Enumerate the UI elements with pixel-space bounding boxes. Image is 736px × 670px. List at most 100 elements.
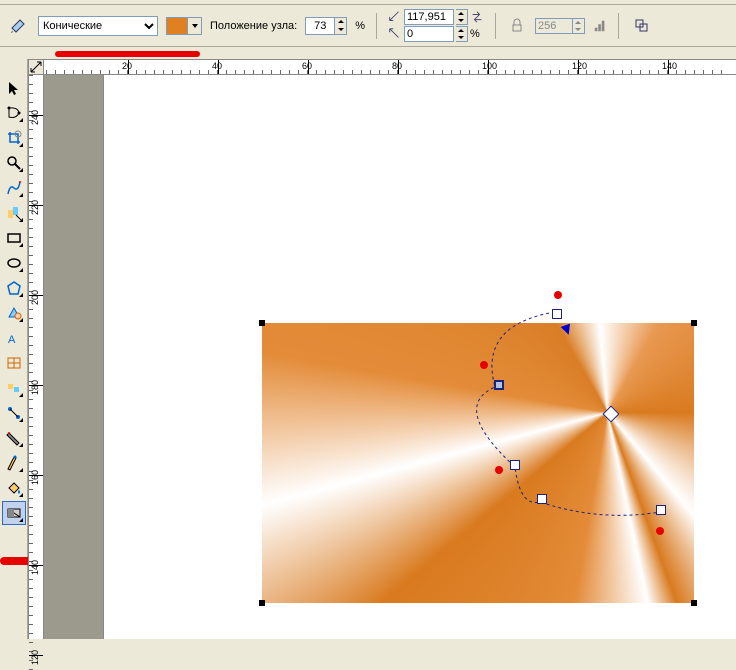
center-x-input[interactable] [404,9,454,25]
flyout-indicator-icon [19,168,23,172]
toolbox: A [0,59,28,639]
fill-color-swatch [166,17,188,35]
flyout-indicator-icon [19,418,23,422]
ruler-label: 160 [30,470,40,485]
edit-fill-button[interactable] [6,14,30,38]
connector-tool[interactable] [2,401,26,425]
ruler-vertical: 240220200180160140120 [28,75,44,639]
node-position-input[interactable] [305,17,335,35]
gradient-node-selected[interactable] [494,380,504,390]
ellipse-tool[interactable] [2,251,26,275]
ruler-label: 220 [30,200,40,215]
gradient-node[interactable] [510,460,520,470]
ruler-label: 240 [30,110,40,125]
selection-handle[interactable] [691,320,697,326]
separator [618,13,619,39]
flyout-indicator-icon [19,243,23,247]
flyout-indicator-icon [19,143,23,147]
dimension-tool[interactable] [2,376,26,400]
gradient-node[interactable] [537,494,547,504]
gradient-handle-dot[interactable] [554,291,562,299]
ruler-label: 140 [30,560,40,575]
steps-icon[interactable] [593,19,607,33]
zoom-tool[interactable] [2,151,26,175]
node-position-spinner[interactable] [335,17,347,35]
flyout-indicator-icon [19,468,23,472]
pick-tool[interactable] [2,76,26,100]
selection-handle[interactable] [691,600,697,606]
property-bar: Конические Положение узла: % [0,5,736,47]
flyout-indicator-icon [19,193,23,197]
gradient-handle-dot[interactable] [656,527,664,535]
smart-fill-tool[interactable] [2,201,26,225]
ruler-label: 120 [572,61,587,71]
selection-handle[interactable] [259,320,265,326]
y-icon [388,27,402,41]
x-spinner[interactable] [456,9,468,25]
flyout-indicator-icon [19,318,23,322]
gradient-type-select[interactable]: Конические [38,16,158,36]
copy-fill-button[interactable] [630,14,654,38]
fill-tool[interactable] [2,476,26,500]
table-icon [6,355,22,371]
swap-xy-icon[interactable] [470,10,484,24]
flyout-indicator-icon [19,493,23,497]
flyout-indicator-icon [19,218,23,222]
rectangle-tool[interactable] [2,226,26,250]
flyout-indicator-icon [19,118,23,122]
chevron-down-icon [188,17,202,35]
flyout-indicator-icon [19,518,23,522]
x-icon [388,10,402,24]
svg-text:A: A [8,334,16,346]
copy-fill-icon [634,18,650,34]
ruler-label: 140 [662,61,677,71]
selection-handle[interactable] [259,600,265,606]
ruler-label: 100 [482,61,497,71]
node-position-label: Положение узла: [210,20,297,32]
ruler-label: 20 [122,61,132,71]
gradient-node[interactable] [552,309,562,319]
ruler-horizontal: 20 40 60 80 100 120 140 [28,59,736,75]
spinner-down-icon [335,26,346,34]
flyout-indicator-icon [19,293,23,297]
origin-icon [29,60,43,74]
freehand-tool[interactable] [2,176,26,200]
arrow-icon [6,80,22,96]
ruler-label: 40 [212,61,222,71]
flyout-indicator-icon [19,443,23,447]
crop-tool[interactable] [2,126,26,150]
ruler-origin-corner[interactable] [28,59,44,75]
lock-icon [509,18,525,34]
ruler-label: 80 [392,61,402,71]
spinner-up-icon [335,18,346,26]
flyout-indicator-icon [19,268,23,272]
gradient-handle-dot[interactable] [495,466,503,474]
workspace: A 20406080100120140 24022020018016014012… [0,47,736,639]
center-y-input[interactable] [404,26,454,42]
fill-color-picker[interactable] [166,17,202,35]
center-coords-group: % [388,9,484,42]
eyedropper-tool[interactable] [2,426,26,450]
polygon-tool[interactable] [2,276,26,300]
flyout-indicator-icon [19,393,23,397]
percent-label-2: % [470,28,480,40]
gradient-node[interactable] [656,505,666,515]
text-icon: A [6,330,22,346]
separator [376,13,377,39]
ruler-label: 120 [30,650,40,665]
table-tool[interactable] [2,351,26,375]
percent-label: % [355,20,365,32]
gradient-handle-dot[interactable] [480,361,488,369]
outline-tool[interactable] [2,451,26,475]
gradient-object[interactable] [262,323,694,603]
text-tool[interactable]: A [2,326,26,350]
ruler-label: 60 [302,61,312,71]
basic-shapes-tool[interactable] [2,301,26,325]
steps-input [535,18,573,34]
edit-fill-icon [10,18,26,34]
y-spinner[interactable] [456,26,468,42]
interactive-fill-tool[interactable] [2,501,26,525]
shape-tool[interactable] [2,101,26,125]
lock-button[interactable] [507,12,527,40]
steps-spinner [573,18,585,34]
